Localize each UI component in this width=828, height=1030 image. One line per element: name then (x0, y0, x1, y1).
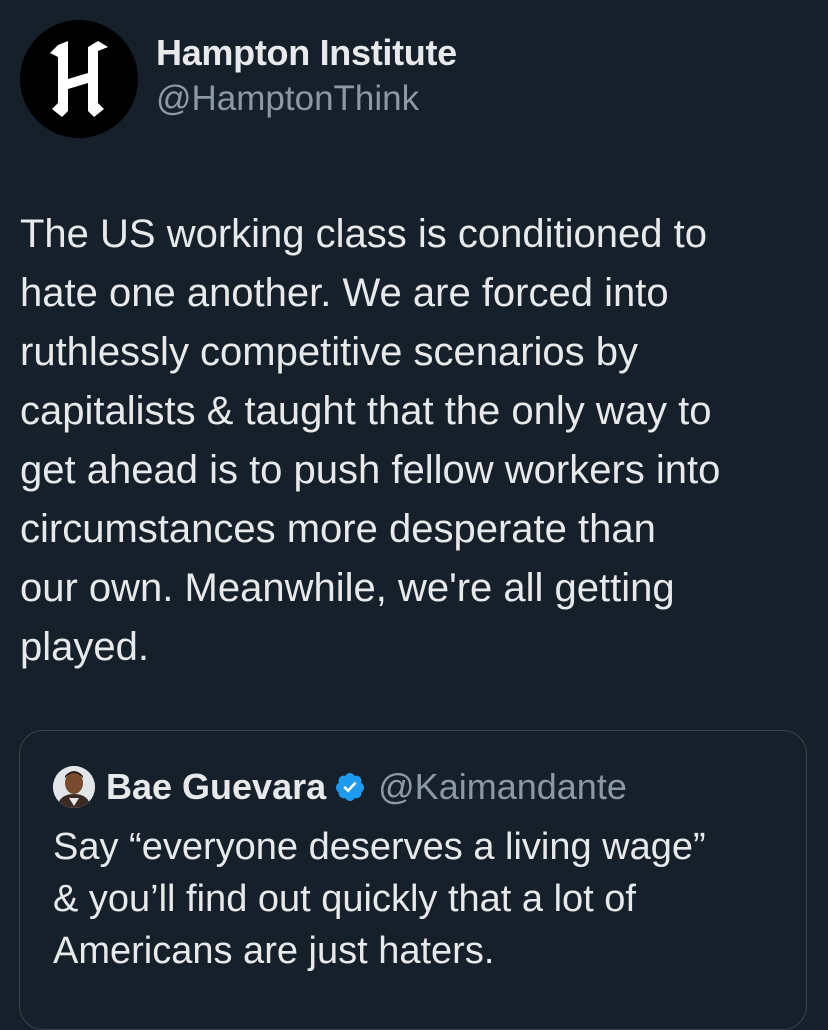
tweet-header: Hampton Institute @HamptonThink (20, 20, 457, 138)
profile-photo-avatar[interactable] (53, 766, 95, 808)
quoted-tweet-header: Bae Guevara @Kaimandante (53, 766, 627, 808)
quoted-author-handle[interactable]: @Kaimandante (378, 766, 627, 808)
tweet-text: The US working class is conditioned to h… (20, 212, 721, 669)
author-display-name[interactable]: Hampton Institute (156, 30, 457, 76)
verified-badge-icon (334, 771, 366, 803)
author-names: Hampton Institute @HamptonThink (156, 30, 457, 122)
hampton-institute-logo-icon[interactable] (20, 20, 138, 138)
quoted-tweet-text: Say “everyone deserves a living wage” & … (53, 826, 706, 972)
author-handle[interactable]: @HamptonThink (156, 76, 457, 122)
quoted-author-display-name[interactable]: Bae Guevara (106, 766, 326, 808)
quoted-tweet-card[interactable]: Bae Guevara @Kaimandante Say “everyone d… (19, 730, 807, 1030)
